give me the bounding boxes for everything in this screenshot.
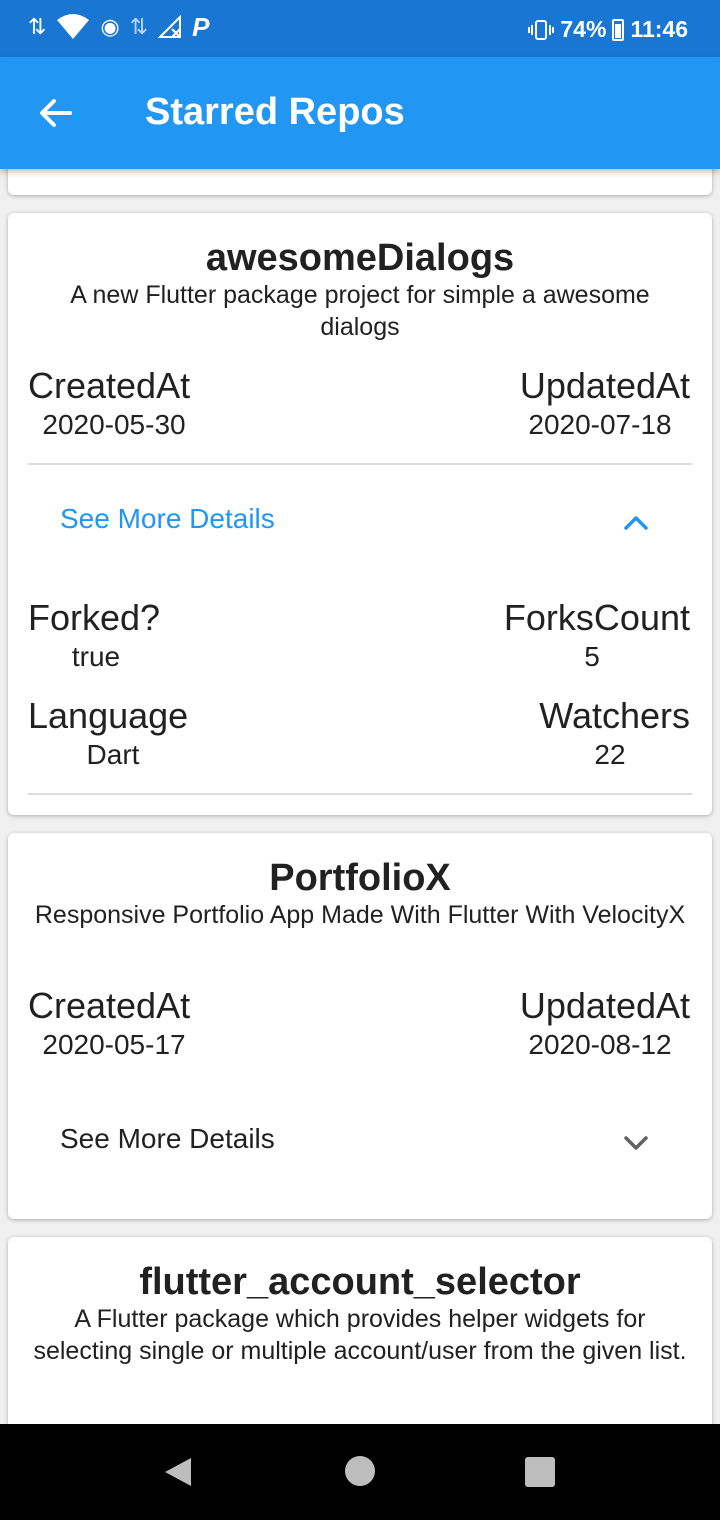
arrow-back-icon[interactable] [32,89,80,137]
vibrate-icon [528,19,555,40]
updated-value: 2020-07-18 [528,409,672,440]
repo-card[interactable]: flutter_account_selector A Flutter packa… [8,1237,712,1424]
forks-count-value: 5 [584,641,600,672]
forked-value: true [71,641,121,672]
battery-icon [612,18,625,41]
p-app-icon: P [192,12,210,42]
wifi-icon [57,14,90,39]
see-more-details-label: See More Details [60,503,275,534]
repo-list[interactable]: awesomeDialogs A new Flutter package pro… [0,169,720,1424]
battery-percent: 74% [560,16,607,42]
data-arrows-icon: ⇅ [28,14,47,39]
repo-description: A Flutter package which provides helper … [33,1305,687,1365]
updated-label: UpdatedAt [519,365,690,406]
nav-recents-icon[interactable] [525,1457,555,1487]
hotspot-icon: ◉ [100,14,120,39]
forks-count-label: ForksCount [503,597,690,638]
divider [28,463,692,465]
repo-name: PortfolioX [269,857,451,899]
created-label: CreatedAt [28,985,191,1026]
repo-card[interactable]: PortfolioX Responsive Portfolio App Made… [8,833,712,1219]
app-bar: Starred Repos [0,57,720,169]
status-bar: ⇅ ◉ ⇅ P 74% 11:46 [0,0,720,57]
updated-label: UpdatedAt [519,985,690,1026]
status-icons-left: ⇅ ◉ ⇅ P [28,14,209,40]
created-value: 2020-05-30 [42,409,186,440]
clock: 11:46 [630,16,688,42]
chevron-down-icon [624,1136,648,1150]
signal-icon [158,15,182,38]
repo-description: A new Flutter package project for simple… [70,281,650,341]
created-value: 2020-05-17 [42,1029,186,1060]
system-nav-bar [0,1424,720,1520]
nav-home-icon[interactable] [345,1456,375,1486]
page-title: Starred Repos [145,91,405,133]
forked-label: Forked? [28,597,161,638]
data-arrows-icon: ⇅ [129,14,149,39]
nav-back-icon[interactable] [163,1456,193,1488]
repo-card[interactable]: awesomeDialogs A new Flutter package pro… [8,213,712,815]
watchers-label: Watchers [539,695,690,736]
chevron-up-icon [624,516,648,530]
repo-name: flutter_account_selector [139,1261,581,1303]
see-more-details-toggle[interactable]: See More Details [8,1105,712,1177]
repo-card[interactable] [8,169,712,195]
language-value: Dart [86,739,140,770]
watchers-value: 22 [594,739,626,770]
created-label: CreatedAt [28,365,191,406]
see-more-details-toggle[interactable]: See More Details [8,485,712,557]
status-icons-right: 74% 11:46 [528,16,688,43]
updated-value: 2020-08-12 [528,1029,672,1060]
language-label: Language [28,695,189,736]
see-more-details-label: See More Details [60,1123,275,1154]
repo-description: Responsive Portfolio App Made With Flutt… [34,901,686,929]
repo-name: awesomeDialogs [205,237,515,279]
divider [28,793,692,795]
